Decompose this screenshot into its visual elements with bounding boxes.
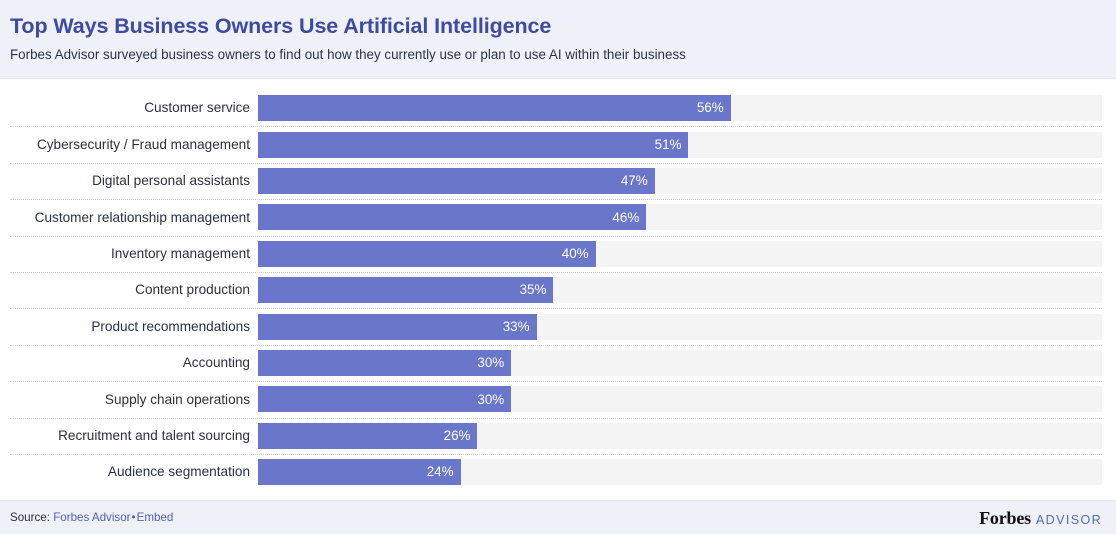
chart-infographic: Top Ways Business Owners Use Artificial …	[0, 0, 1116, 534]
bar-category-label: Content production	[135, 282, 250, 298]
source-prefix-label: Source:	[10, 510, 50, 524]
bar[interactable]: 40%	[258, 240, 596, 267]
bar-category-label: Recruitment and talent sourcing	[58, 427, 250, 443]
bar-track: 51%	[258, 131, 1102, 158]
bar[interactable]: 26%	[258, 422, 478, 449]
bar-rows: Customer service 56% Cybersecurity / Fraud…	[10, 90, 1102, 490]
bar-row: Customer relationship management 46%	[10, 199, 1102, 235]
source-forbes-advisor-link[interactable]: Forbes Advisor	[53, 511, 130, 524]
chart-plot-area: Customer service 56% Cybersecurity / Fraud…	[0, 79, 1116, 500]
chart-header: Top Ways Business Owners Use Artificial …	[0, 0, 1116, 79]
bar-track: 26%	[258, 422, 1102, 449]
forbes-advisor-logo: Forbes ADVISOR	[979, 509, 1102, 527]
bar-track: 46%	[258, 204, 1102, 231]
bar-track: 30%	[258, 349, 1102, 376]
bar-category-label: Customer relationship management	[34, 209, 250, 225]
bar-value-label: 51%	[654, 136, 682, 152]
bar-row: Supply chain operations 30%	[10, 381, 1102, 417]
embed-link[interactable]: Embed	[137, 511, 174, 524]
bar-row: Cybersecurity / Fraud management 51%	[10, 126, 1102, 162]
page-title: Top Ways Business Owners Use Artificial …	[10, 14, 552, 38]
bar[interactable]: 51%	[258, 131, 689, 158]
bar-row: Recruitment and talent sourcing 26%	[10, 417, 1102, 454]
bar-value-label: 40%	[561, 246, 589, 262]
bar-row: Product recommendations 33%	[10, 308, 1102, 344]
bar[interactable]: 30%	[258, 349, 512, 376]
bar-track: 35%	[258, 277, 1102, 304]
bar-category-label: Inventory management	[110, 245, 250, 261]
bar-row: Customer service 56%	[10, 90, 1102, 126]
bar[interactable]: 35%	[258, 277, 554, 304]
bar-value-label: 35%	[519, 282, 547, 298]
bar-row: Digital personal assistants 47%	[10, 162, 1102, 199]
brand-forbes-wordmark: Forbes	[979, 507, 1031, 528]
bar-category-label: Cybersecurity / Fraud management	[36, 136, 250, 152]
bar[interactable]: 30%	[258, 386, 512, 413]
bar-category-label: Product recommendations	[91, 318, 250, 334]
bar-category-label: Customer service	[144, 100, 250, 116]
chart-footer: Source: Forbes Advisor•Embed Forbes ADVI…	[0, 500, 1116, 534]
bar-row: Inventory management 40%	[10, 235, 1102, 272]
brand-advisor-wordmark: ADVISOR	[1035, 512, 1102, 527]
bar-row: Audience segmentation 24%	[10, 453, 1102, 490]
bar-value-label: 30%	[477, 391, 505, 407]
bar-row: Content production 35%	[10, 271, 1102, 308]
bar-track: 30%	[258, 386, 1102, 413]
bar[interactable]: 24%	[258, 459, 461, 486]
bar[interactable]: 47%	[258, 167, 655, 194]
bar-value-label: 30%	[477, 355, 505, 371]
bar-row: Accounting 30%	[10, 344, 1102, 381]
bar-value-label: 26%	[443, 428, 471, 443]
bar-value-label: 24%	[426, 464, 454, 480]
bar-track: 33%	[258, 313, 1102, 340]
bar-track: 56%	[258, 95, 1102, 122]
bar-value-label: 47%	[620, 173, 648, 189]
bar-category-label: Accounting	[182, 355, 250, 371]
bar[interactable]: 56%	[258, 95, 731, 122]
bar-track: 47%	[258, 167, 1102, 194]
chart-subtitle: Forbes Advisor surveyed business owners …	[10, 46, 686, 62]
bar-category-label: Digital personal assistants	[92, 173, 250, 189]
bar-category-label: Audience segmentation	[107, 464, 250, 480]
bar-value-label: 46%	[612, 209, 640, 225]
bar-value-label: 56%	[696, 100, 724, 116]
bar-category-label: Supply chain operations	[104, 391, 250, 407]
bar[interactable]: 46%	[258, 204, 647, 231]
bar-track: 24%	[258, 459, 1102, 486]
bar-track: 40%	[258, 240, 1102, 267]
bar[interactable]: 33%	[258, 313, 537, 340]
source-note: Source: Forbes Advisor•Embed	[10, 510, 174, 524]
bar-value-label: 33%	[502, 318, 530, 334]
